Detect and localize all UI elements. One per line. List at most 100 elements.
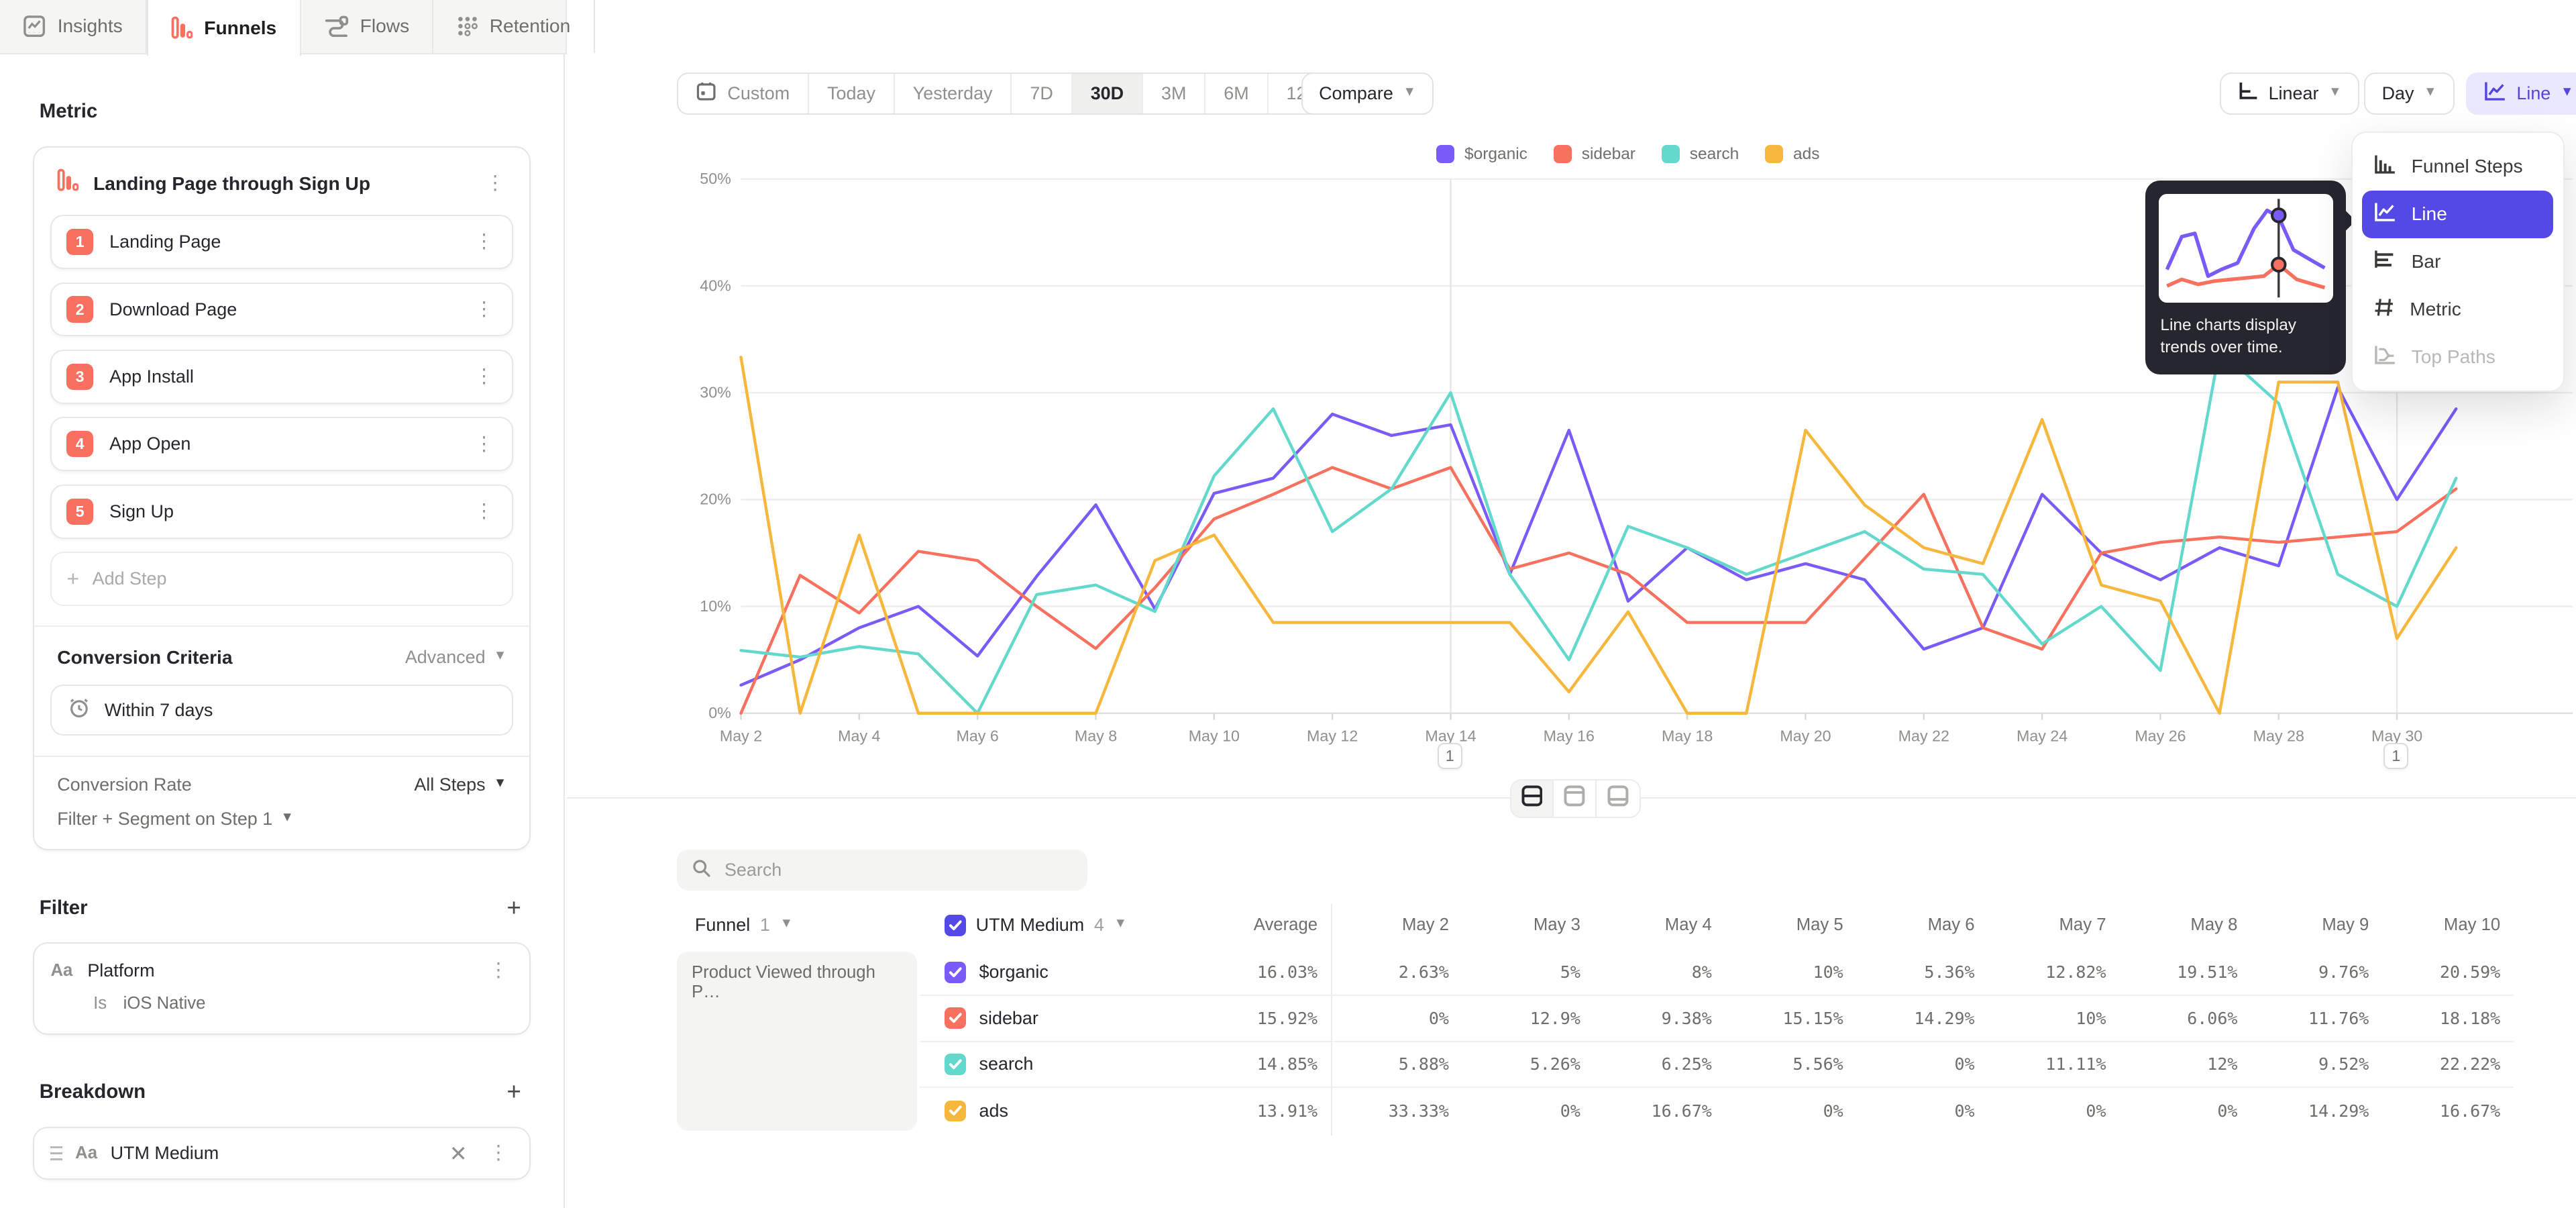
tab-insights[interactable]: Insights [0,0,147,53]
search-icon [692,856,711,885]
view-mode-split-bottom[interactable] [1597,781,1640,817]
kebab-menu-icon[interactable]: ⋮ [484,1145,513,1161]
date-range-today[interactable]: Today [809,74,895,114]
menu-item-line[interactable]: Line [2362,191,2553,238]
scale-dropdown[interactable]: Linear▼ [2220,72,2359,115]
step-number: 4 [66,431,93,457]
cell-value: 0% [2119,1101,2251,1121]
conversion-window[interactable]: Within 7 days [50,685,513,736]
series-checkbox[interactable] [945,1101,966,1122]
chart-type-tooltip: Line charts display trends over time. [2145,181,2346,374]
date-range-30d[interactable]: 30D [1073,74,1143,114]
funnel-title[interactable]: Landing Page through Sign Up [93,173,466,195]
menu-item-metric[interactable]: Metric [2362,286,2553,334]
view-mode-split-top[interactable] [1554,781,1597,817]
funnel-step-sign-up[interactable]: 5 Sign Up ⋮ [50,485,513,539]
svg-text:May 20: May 20 [1780,727,1831,744]
chevron-down-icon: ▼ [780,917,793,931]
cell-value: 19.51% [2119,962,2251,982]
date-range-custom[interactable]: Custom [678,74,809,114]
funnel-cell[interactable]: Product Viewed through P… [677,952,917,1131]
chevron-down-icon: ▼ [494,777,506,791]
series-checkbox[interactable] [945,962,966,983]
series-checkbox[interactable] [945,1054,966,1075]
select-all-checkbox[interactable] [945,915,966,936]
conversion-rate-label: Conversion Rate [57,774,192,795]
series-checkbox[interactable] [945,1007,966,1029]
tab-label: Funnels [204,17,276,39]
add-filter-button[interactable]: + [503,900,524,916]
funnel-icon [57,168,78,198]
step-label: Sign Up [109,501,453,522]
funnel-step-download-page[interactable]: 2 Download Page ⋮ [50,283,513,337]
report-type-tabs: InsightsFunnelsFlowsRetention [0,0,567,54]
svg-text:40%: 40% [700,276,731,294]
menu-item-bar[interactable]: Bar [2362,238,2553,286]
cell-value: 14.29% [2251,1101,2382,1121]
funnel-step-app-open[interactable]: 4 App Open ⋮ [50,417,513,471]
column-header-may-8: May 8 [2119,904,2251,947]
conversion-rate-dropdown[interactable]: All Steps▼ [414,774,506,795]
kebab-menu-icon[interactable]: ⋮ [469,503,498,519]
funnel-step-landing-page[interactable]: 1 Landing Page ⋮ [50,215,513,269]
cell-value: 15.15% [1725,1009,1856,1028]
tab-funnels[interactable]: Funnels [147,0,301,56]
funnel-step-app-install[interactable]: 3 App Install ⋮ [50,350,513,404]
table-row-sidebar: sidebar 15.92%0%12.9%9.38%15.15%14.29%10… [920,996,2513,1042]
kebab-menu-icon[interactable]: ⋮ [480,175,510,191]
annotation-badge[interactable]: 1 [2383,743,2408,769]
layout-view-toggles [1510,779,1641,818]
compare-button[interactable]: Compare▼ [1301,72,1434,115]
svg-text:0%: 0% [708,704,731,721]
cell-value: 6.25% [1593,1054,1725,1074]
add-breakdown-button[interactable]: + [503,1084,524,1100]
granularity-dropdown[interactable]: Day▼ [2364,72,2455,115]
plus-icon: + [66,566,79,591]
menu-item-funnel-steps[interactable]: Funnel Steps [2362,143,2553,191]
add-step-button[interactable]: + Add Step [50,552,513,606]
vt-split-bottom-icon [1607,784,1629,813]
chevron-down-icon: ▼ [494,650,506,663]
column-header-may-2: May 2 [1331,904,1462,947]
retention-icon [457,15,478,37]
filter-operator[interactable]: Is [93,994,107,1013]
cell-value: 16.67% [2382,1101,2514,1121]
cell-value: 33.33% [1331,1101,1462,1121]
query-sidebar: Metric Landing Page through Sign Up ⋮ 1 … [0,54,565,1208]
breakdown-column-dropdown[interactable]: UTM Medium4▼ [920,904,1150,947]
funnel-column-dropdown[interactable]: Funnel1▼ [677,904,920,947]
step-number: 3 [66,364,93,390]
annotation-badge[interactable]: 1 [1438,743,1462,769]
kebab-menu-icon[interactable]: ⋮ [469,368,498,385]
close-icon[interactable]: ✕ [446,1141,470,1166]
chevron-down-icon: ▼ [2328,85,2341,99]
cell-value: 9.38% [1593,1009,1725,1028]
kebab-menu-icon[interactable]: ⋮ [469,234,498,250]
chart-type-dropdown[interactable]: Line▼ [2466,72,2576,115]
date-range-3m[interactable]: 3M [1143,74,1205,114]
drag-handle-icon[interactable] [50,1146,62,1160]
filter-value[interactable]: iOS Native [123,994,206,1013]
vt-split-top-icon [1564,784,1585,813]
view-mode-split-horizontal[interactable] [1511,781,1554,817]
date-range-7d[interactable]: 7D [1012,74,1072,114]
filter-property[interactable]: Platform [87,960,469,981]
tab-retention[interactable]: Retention [433,0,594,53]
series-name: $organic [920,962,1150,983]
table-row-organic: $organic 16.03%2.63%5%8%10%5.36%12.82%19… [920,950,2513,997]
tab-flows[interactable]: Flows [301,0,434,53]
breakdown-property[interactable]: UTM Medium [111,1143,433,1164]
filter-segment-dropdown[interactable]: Filter + Segment on Step 1▼ [50,795,513,849]
kebab-menu-icon[interactable]: ⋮ [469,301,498,317]
conversion-mode-dropdown[interactable]: Advanced▼ [405,647,506,668]
series-name: search [920,1054,1150,1075]
svg-text:May 28: May 28 [2253,727,2304,744]
date-range-yesterday[interactable]: Yesterday [895,74,1012,114]
svg-text:May 14: May 14 [1425,727,1476,744]
svg-text:May 30: May 30 [2371,727,2422,744]
kebab-menu-icon[interactable]: ⋮ [484,962,513,978]
kebab-menu-icon[interactable]: ⋮ [469,436,498,452]
svg-text:50%: 50% [700,170,731,187]
date-range-6m[interactable]: 6M [1205,74,1268,114]
search-input[interactable] [724,860,1073,880]
